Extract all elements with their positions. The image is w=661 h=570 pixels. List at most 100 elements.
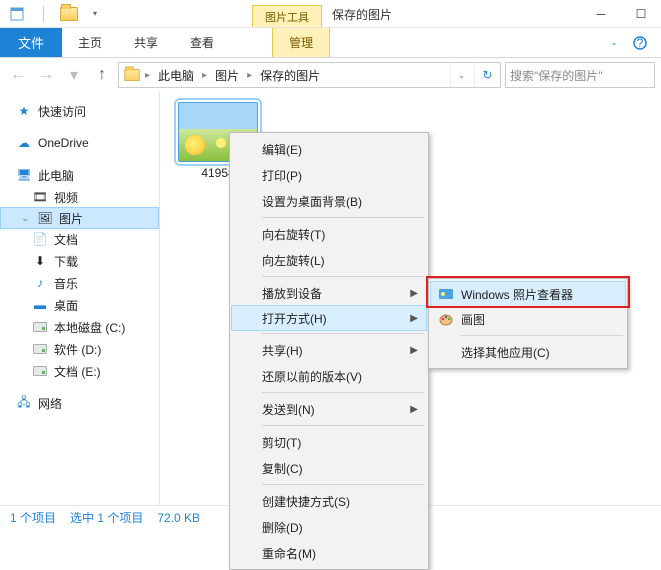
svg-text:?: ?: [637, 36, 644, 50]
minimize-button[interactable]: ─: [581, 0, 621, 27]
breadcrumb-saved[interactable]: 保存的图片: [256, 67, 324, 84]
search-placeholder: 搜索"保存的图片": [510, 67, 603, 84]
tree-label: 快速访问: [38, 103, 86, 120]
ctx-set-desktop-bg[interactable]: 设置为桌面背景(B): [232, 188, 426, 214]
drive-icon: [32, 363, 48, 379]
tab-share[interactable]: 共享: [118, 28, 174, 57]
submenu-label: 画图: [461, 311, 485, 328]
ctx-send-to[interactable]: 发送到(N)▶: [232, 396, 426, 422]
submenu-arrow-icon: ▶: [410, 313, 418, 324]
ctx-delete[interactable]: 删除(D): [232, 514, 426, 540]
submenu-label: Windows 照片查看器: [461, 286, 573, 303]
navigation-bar: ← → ▾ ↑ ▸ 此电脑 ▸ 图片 ▸ 保存的图片 ⌄ ↻ 搜索"保存的图片": [0, 58, 661, 92]
ctx-label: 播放到设备: [262, 285, 322, 302]
tree-music[interactable]: ♪ 音乐: [0, 272, 159, 294]
window-title: 保存的图片: [322, 0, 402, 27]
tree-pictures[interactable]: ⌄ 🖼 图片: [0, 207, 159, 229]
folder-icon: [124, 69, 139, 81]
ribbon-collapse-icon[interactable]: ⌄: [603, 32, 625, 54]
ctx-share[interactable]: 共享(H)▶: [232, 337, 426, 363]
photo-viewer-icon: [437, 285, 455, 303]
separator: [262, 425, 424, 426]
tree-label: 图片: [59, 210, 83, 227]
tree-label: 下载: [54, 253, 78, 270]
ctx-rotate-left[interactable]: 向左旋转(L): [232, 247, 426, 273]
ctx-rotate-right[interactable]: 向右旋转(T): [232, 221, 426, 247]
tree-onedrive[interactable]: ☁OneDrive: [0, 132, 159, 154]
tree-label: 桌面: [54, 297, 78, 314]
video-icon: 🎞: [32, 189, 48, 205]
ctx-cut[interactable]: 剪切(T): [232, 429, 426, 455]
tree-videos[interactable]: 🎞视频: [0, 186, 159, 208]
ctx-copy[interactable]: 复制(C): [232, 455, 426, 481]
separator: [461, 335, 623, 336]
history-dropdown-icon[interactable]: ▾: [62, 63, 86, 87]
title-bar: ▾ 图片工具 保存的图片 ─ ☐: [0, 0, 661, 28]
submenu-paint[interactable]: 画图: [431, 306, 625, 332]
status-selected: 选中 1 个项目: [70, 509, 143, 526]
tree-drive-e[interactable]: 文档 (E:): [0, 360, 159, 382]
drive-icon: [32, 319, 48, 335]
address-bar[interactable]: ▸ 此电脑 ▸ 图片 ▸ 保存的图片 ⌄ ↻: [118, 62, 501, 88]
new-folder-icon[interactable]: [58, 3, 80, 25]
context-menu: 编辑(E) 打印(P) 设置为桌面背景(B) 向右旋转(T) 向左旋转(L) 播…: [229, 132, 429, 570]
properties-icon[interactable]: [6, 3, 28, 25]
cloud-icon: ☁: [16, 135, 32, 151]
tree-quick-access[interactable]: ★ 快速访问: [0, 100, 159, 122]
tree-drive-d[interactable]: 软件 (D:): [0, 338, 159, 360]
star-icon: ★: [16, 103, 32, 119]
picture-icon: 🖼: [37, 210, 53, 226]
ctx-rename[interactable]: 重命名(M): [232, 540, 426, 566]
open-with-submenu: Windows 照片查看器 画图 选择其他应用(C): [428, 278, 628, 369]
tree-downloads[interactable]: ⬇下载: [0, 250, 159, 272]
chevron-right-icon[interactable]: ▸: [200, 70, 209, 81]
tree-documents[interactable]: 📄文档: [0, 228, 159, 250]
search-input[interactable]: 搜索"保存的图片": [505, 62, 655, 88]
address-dropdown-icon[interactable]: ⌄: [450, 63, 472, 87]
separator: [262, 276, 424, 277]
ctx-edit[interactable]: 编辑(E): [232, 136, 426, 162]
help-icon[interactable]: ?: [629, 32, 651, 54]
tab-home[interactable]: 主页: [62, 28, 118, 57]
ctx-label: 打开方式(H): [262, 310, 327, 327]
tree-label: 软件 (D:): [54, 341, 101, 358]
maximize-button[interactable]: ☐: [621, 0, 661, 27]
back-button[interactable]: ←: [6, 63, 30, 87]
tab-manage[interactable]: 管理: [272, 28, 330, 57]
breadcrumb-pictures[interactable]: 图片: [211, 67, 243, 84]
tree-label: 文档 (E:): [54, 363, 101, 380]
paint-icon: [437, 310, 455, 328]
music-icon: ♪: [32, 275, 48, 291]
submenu-choose-other[interactable]: 选择其他应用(C): [431, 339, 625, 365]
chevron-right-icon[interactable]: ▸: [245, 70, 254, 81]
tab-file[interactable]: 文件: [0, 28, 62, 57]
forward-button[interactable]: →: [34, 63, 58, 87]
tree-network[interactable]: 🖧网络: [0, 392, 159, 414]
monitor-icon: 🖥: [16, 167, 32, 183]
ctx-label: 共享(H): [262, 342, 303, 359]
ctx-open-with[interactable]: 打开方式(H) ▶: [231, 305, 427, 331]
qat-divider: [32, 3, 54, 25]
refresh-icon[interactable]: ↻: [474, 63, 500, 87]
up-button[interactable]: ↑: [90, 63, 114, 87]
navigation-tree: ★ 快速访问 ☁OneDrive 🖥此电脑 🎞视频 ⌄ 🖼 图片 📄文档 ⬇下载 ♪ 音…: [0, 92, 160, 505]
submenu-windows-photo-viewer[interactable]: Windows 照片查看器: [430, 281, 626, 307]
ctx-create-shortcut[interactable]: 创建快捷方式(S): [232, 488, 426, 514]
qat-dropdown-icon[interactable]: ▾: [84, 3, 106, 25]
tree-this-pc[interactable]: 🖥此电脑: [0, 164, 159, 186]
window-controls: ─ ☐: [581, 0, 661, 27]
tree-drive-c[interactable]: 本地磁盘 (C:): [0, 316, 159, 338]
drive-icon: [32, 341, 48, 357]
desktop-icon: ▬: [32, 297, 48, 313]
tree-label: 音乐: [54, 275, 78, 292]
ctx-restore-previous[interactable]: 还原以前的版本(V): [232, 363, 426, 389]
ctx-cast-to-device[interactable]: 播放到设备▶: [232, 280, 426, 306]
separator: [262, 217, 424, 218]
chevron-right-icon[interactable]: ▸: [143, 70, 152, 81]
tab-view[interactable]: 查看: [174, 28, 230, 57]
tree-desktop[interactable]: ▬ 桌面: [0, 294, 159, 316]
ctx-print[interactable]: 打印(P): [232, 162, 426, 188]
ctx-label: 发送到(N): [262, 401, 315, 418]
breadcrumb-pc[interactable]: 此电脑: [154, 67, 198, 84]
chevron-down-icon[interactable]: ⌄: [21, 213, 31, 224]
